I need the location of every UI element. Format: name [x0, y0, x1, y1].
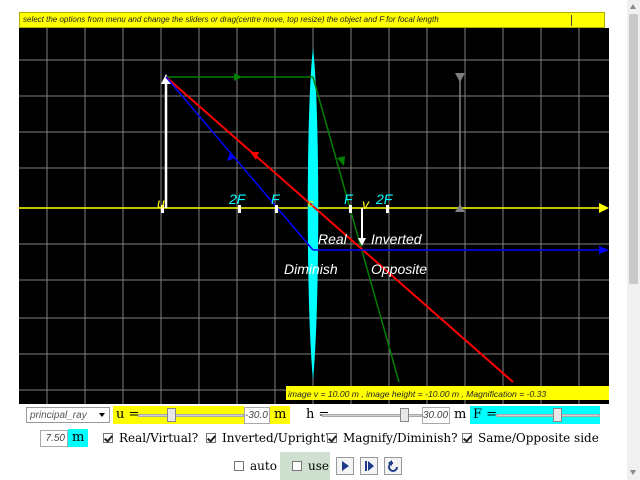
f-value-field[interactable]: 7.50: [40, 430, 68, 447]
f-slider-track: [496, 414, 600, 417]
play-icon: [342, 461, 349, 471]
use-checkbox[interactable]: use: [292, 459, 329, 473]
page-scrollbar[interactable]: [627, 0, 640, 480]
f-unit: m: [72, 430, 85, 445]
use-label: use: [308, 459, 329, 473]
h-value: 30.00: [423, 410, 449, 421]
auto-check-icon[interactable]: [234, 461, 244, 471]
u-slider-track: [138, 414, 244, 417]
real-virtual-checkbox[interactable]: Real/Virtual?: [103, 431, 198, 445]
diminish-label: Diminish: [284, 261, 338, 277]
h-unit: m: [454, 407, 467, 422]
app-window: select the options from menu and change …: [0, 0, 640, 480]
scroll-thumb[interactable]: [629, 14, 638, 284]
u-unit-box: m: [270, 406, 291, 424]
u-slider[interactable]: [138, 406, 244, 424]
inverted-label: Inverted: [371, 231, 423, 247]
chevron-down-icon: [99, 413, 105, 417]
step-icon: [365, 461, 374, 471]
f-slider-thumb[interactable]: [553, 408, 562, 422]
use-check-icon[interactable]: [292, 461, 302, 471]
auto-checkbox[interactable]: auto: [234, 459, 277, 473]
step-button[interactable]: [360, 457, 378, 475]
reset-button[interactable]: [384, 457, 402, 475]
two-f-right-label: 2F: [375, 191, 394, 207]
opposite-label: Opposite: [371, 261, 427, 277]
u-control-label: u =: [116, 407, 140, 422]
f-left-label: F: [271, 191, 281, 207]
instruction-text: select the options from menu and change …: [23, 15, 439, 24]
ray-type-value: principal_ray: [30, 410, 87, 421]
play-button[interactable]: [336, 457, 354, 475]
same-opposite-check-icon[interactable]: [462, 433, 472, 443]
h-unit-box: m: [450, 406, 470, 424]
magnify-diminish-label: Magnify/Diminish?: [343, 431, 458, 445]
inverted-upright-checkbox[interactable]: Inverted/Upright?: [206, 431, 332, 445]
use-panel: use: [280, 452, 330, 480]
u-unit: m: [274, 407, 287, 422]
h-value-field[interactable]: 30.00: [422, 407, 450, 424]
inverted-upright-label: Inverted/Upright?: [222, 431, 332, 445]
ray-type-select[interactable]: principal_ray: [26, 407, 110, 423]
real-virtual-check-icon[interactable]: [103, 433, 113, 443]
same-opposite-checkbox[interactable]: Same/Opposite side: [462, 431, 599, 445]
status-text: image v = 10.00 m , image height = -10.0…: [288, 389, 546, 399]
f-control-label: F =: [473, 407, 498, 422]
u-value: -30.0: [245, 410, 268, 421]
center-label: c: [308, 198, 314, 210]
f-right-label: F: [344, 191, 354, 207]
magnify-diminish-checkbox[interactable]: Magnify/Diminish?: [327, 431, 458, 445]
same-opposite-label: Same/Opposite side: [478, 431, 599, 445]
scroll-up-icon[interactable]: [630, 4, 636, 9]
scroll-down-icon[interactable]: [630, 470, 636, 475]
magnify-diminish-check-icon[interactable]: [327, 433, 337, 443]
inverted-upright-check-icon[interactable]: [206, 433, 216, 443]
u-label: u: [157, 195, 165, 211]
f-unit-box: m: [68, 429, 89, 447]
f-slider[interactable]: [496, 406, 600, 424]
u-value-field[interactable]: -30.0: [244, 407, 270, 424]
f-value: 7.50: [45, 433, 65, 444]
optics-scene[interactable]: u v c 2F F F 2F Real Inverted Diminish O…: [19, 28, 609, 404]
two-f-left-label: 2F: [228, 191, 247, 207]
instruction-bar: select the options from menu and change …: [19, 12, 605, 28]
h-slider-thumb[interactable]: [400, 408, 409, 422]
reset-icon: [388, 460, 398, 472]
real-virtual-label: Real/Virtual?: [119, 431, 199, 445]
v-label: v: [362, 196, 370, 212]
auto-label: auto: [250, 459, 277, 473]
real-label: Real: [318, 231, 348, 247]
h-slider[interactable]: [322, 406, 422, 424]
text-caret: [571, 15, 572, 26]
u-slider-thumb[interactable]: [167, 408, 176, 422]
